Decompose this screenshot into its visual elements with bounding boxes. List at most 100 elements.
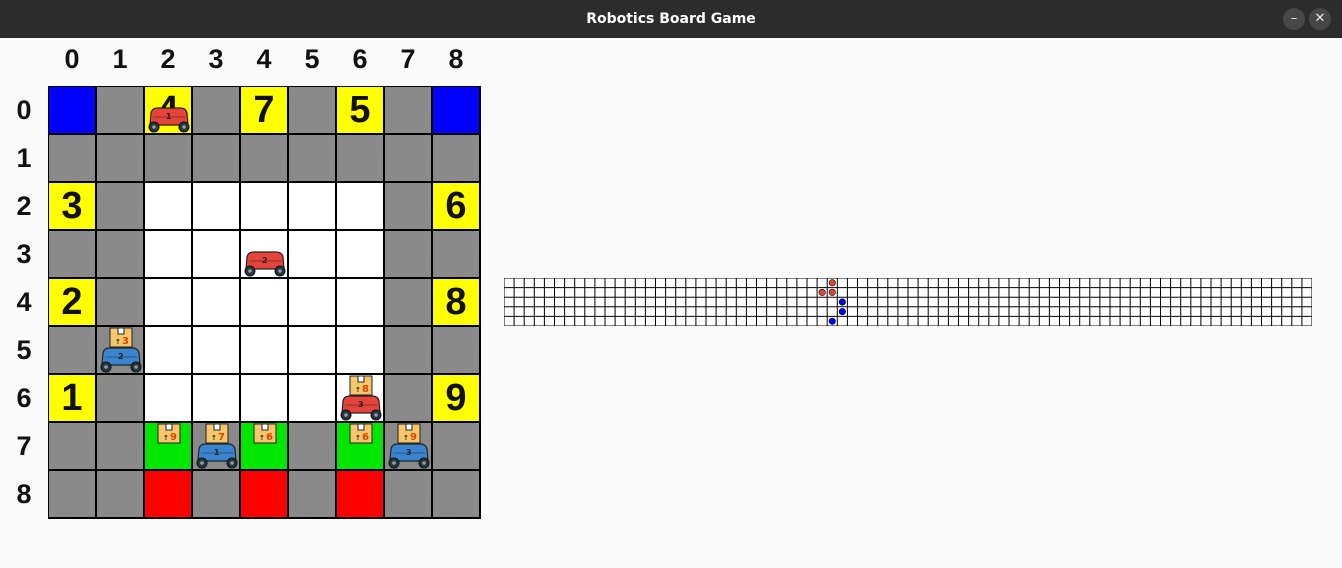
column-label: 7 — [400, 44, 416, 74]
gray-cell[interactable] — [96, 134, 144, 182]
svg-text:6: 6 — [362, 432, 369, 443]
blue-robot-icon[interactable]: 1 — [194, 439, 240, 469]
gray-cell[interactable] — [48, 470, 96, 518]
column-label: 0 — [64, 44, 80, 74]
white-cell[interactable] — [288, 374, 336, 422]
svg-text:1: 1 — [214, 448, 220, 457]
white-cell[interactable] — [288, 326, 336, 374]
red-robot-icon[interactable]: 1 — [146, 103, 192, 133]
gray-cell[interactable] — [240, 134, 288, 182]
blue-cell[interactable] — [432, 86, 480, 134]
white-cell[interactable] — [144, 278, 192, 326]
white-cell[interactable] — [192, 374, 240, 422]
blue-cell[interactable] — [48, 86, 96, 134]
gray-cell[interactable] — [48, 230, 96, 278]
white-cell[interactable] — [288, 230, 336, 278]
red-cell[interactable] — [240, 470, 288, 518]
gray-cell[interactable] — [384, 278, 432, 326]
white-cell[interactable] — [240, 374, 288, 422]
red-cell[interactable] — [144, 470, 192, 518]
gray-cell[interactable] — [288, 86, 336, 134]
package-icon[interactable]: ↑ 9 — [157, 423, 181, 444]
close-icon[interactable]: ✕ — [1309, 8, 1331, 30]
column-label: 6 — [352, 44, 368, 74]
gray-cell[interactable] — [96, 470, 144, 518]
gray-cell[interactable] — [96, 278, 144, 326]
gray-cell[interactable] — [384, 470, 432, 518]
svg-text:↑: ↑ — [355, 434, 361, 442]
blue-marker — [828, 317, 836, 325]
gray-cell[interactable] — [96, 374, 144, 422]
svg-text:2: 2 — [118, 352, 124, 361]
gray-cell[interactable] — [192, 470, 240, 518]
white-cell[interactable] — [144, 326, 192, 374]
row-label: 5 — [16, 335, 32, 365]
gray-cell[interactable] — [192, 86, 240, 134]
blue-robot-icon[interactable]: 2 — [98, 343, 144, 373]
gray-cell[interactable] — [432, 470, 480, 518]
white-cell[interactable] — [144, 230, 192, 278]
gray-cell[interactable] — [336, 134, 384, 182]
gray-cell[interactable] — [432, 422, 480, 470]
red-marker — [828, 288, 836, 296]
white-cell[interactable] — [192, 230, 240, 278]
white-cell[interactable] — [336, 182, 384, 230]
gray-cell[interactable] — [288, 470, 336, 518]
yellow-cell[interactable]: 8 — [432, 278, 480, 326]
gray-cell[interactable] — [288, 134, 336, 182]
gray-cell[interactable] — [384, 326, 432, 374]
gray-cell[interactable] — [384, 374, 432, 422]
white-cell[interactable] — [288, 182, 336, 230]
white-cell[interactable] — [240, 278, 288, 326]
white-cell[interactable] — [288, 278, 336, 326]
white-cell[interactable] — [240, 182, 288, 230]
white-cell[interactable] — [144, 182, 192, 230]
yellow-cell[interactable]: 2 — [48, 278, 96, 326]
yellow-cell[interactable]: 6 — [432, 182, 480, 230]
white-cell[interactable] — [144, 374, 192, 422]
yellow-cell[interactable]: 5 — [336, 86, 384, 134]
gray-cell[interactable] — [48, 134, 96, 182]
row-label: 8 — [16, 479, 32, 509]
gray-cell[interactable] — [96, 182, 144, 230]
gray-cell[interactable] — [96, 86, 144, 134]
white-cell[interactable] — [336, 230, 384, 278]
gray-cell[interactable] — [96, 230, 144, 278]
side-grid — [504, 278, 1312, 326]
gray-cell[interactable] — [384, 134, 432, 182]
red-cell[interactable] — [336, 470, 384, 518]
row-label: 6 — [16, 383, 32, 413]
minimize-icon[interactable]: – — [1283, 8, 1305, 30]
yellow-cell[interactable]: 1 — [48, 374, 96, 422]
white-cell[interactable] — [192, 182, 240, 230]
red-robot-icon[interactable]: 3 — [338, 391, 384, 421]
white-cell[interactable] — [192, 278, 240, 326]
white-cell[interactable] — [336, 326, 384, 374]
gray-cell[interactable] — [48, 422, 96, 470]
white-cell[interactable] — [336, 278, 384, 326]
gray-cell[interactable] — [288, 422, 336, 470]
gray-cell[interactable] — [432, 326, 480, 374]
gray-cell[interactable] — [48, 326, 96, 374]
yellow-cell[interactable]: 9 — [432, 374, 480, 422]
svg-text:3: 3 — [358, 400, 364, 409]
gray-cell[interactable] — [384, 86, 432, 134]
gray-cell[interactable] — [96, 422, 144, 470]
yellow-cell[interactable]: 3 — [48, 182, 96, 230]
cell-number: 1 — [61, 376, 83, 419]
red-robot-icon[interactable]: 2 — [242, 247, 288, 277]
svg-text:↑: ↑ — [163, 434, 169, 442]
gray-cell[interactable] — [384, 230, 432, 278]
yellow-cell[interactable]: 7 — [240, 86, 288, 134]
package-icon[interactable]: ↑ 6 — [349, 423, 373, 444]
package-icon[interactable]: ↑ 6 — [253, 423, 277, 444]
gray-cell[interactable] — [144, 134, 192, 182]
cell-number: 6 — [445, 184, 467, 227]
blue-robot-icon[interactable]: 3 — [386, 439, 432, 469]
gray-cell[interactable] — [432, 230, 480, 278]
gray-cell[interactable] — [384, 182, 432, 230]
gray-cell[interactable] — [432, 134, 480, 182]
gray-cell[interactable] — [192, 134, 240, 182]
white-cell[interactable] — [240, 326, 288, 374]
white-cell[interactable] — [192, 326, 240, 374]
